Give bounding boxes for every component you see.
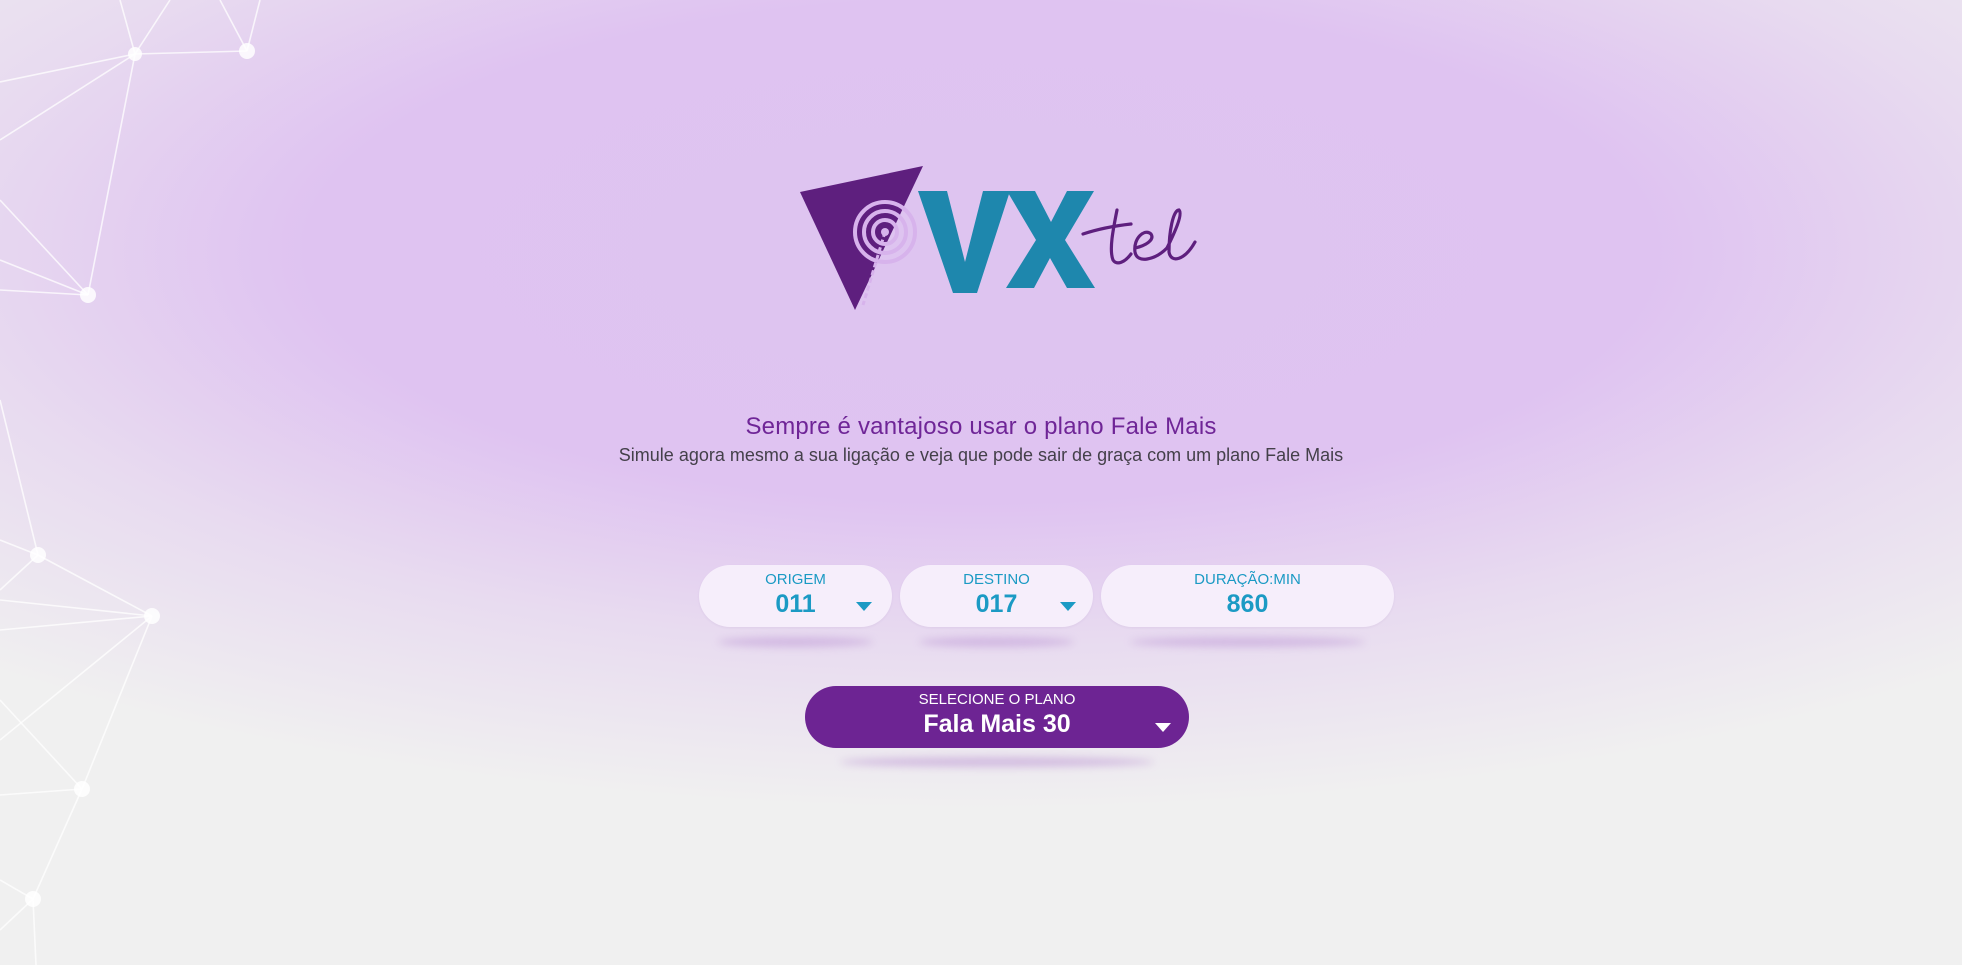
vx-letters xyxy=(918,191,1095,293)
field-shadow xyxy=(1130,637,1365,647)
tel-script xyxy=(1081,208,1197,265)
caret-down-icon[interactable] xyxy=(1060,602,1076,611)
origem-select[interactable]: ORIGEM 011 xyxy=(699,565,892,647)
duracao-label: DURAÇÃO:MIN xyxy=(1194,571,1301,588)
subheadline: Simule agora mesmo a sua ligação e veja … xyxy=(618,445,1344,465)
destino-select[interactable]: DESTINO 017 xyxy=(900,565,1093,647)
plano-value: Fala Mais 30 xyxy=(923,710,1071,738)
origem-label: ORIGEM xyxy=(765,571,826,588)
network-decoration xyxy=(0,0,261,965)
duracao-input[interactable]: DURAÇÃO:MIN 860 xyxy=(1101,565,1394,647)
plano-label: SELECIONE O PLANO xyxy=(918,691,1076,708)
plan-shadow xyxy=(839,757,1155,767)
headline: Sempre é vantajoso usar o plano Fale Mai… xyxy=(745,413,1217,440)
vxtel-logo xyxy=(800,166,1197,310)
field-shadow xyxy=(718,637,873,647)
plano-select[interactable]: SELECIONE O PLANO Fala Mais 30 xyxy=(805,686,1189,767)
destino-label: DESTINO xyxy=(963,571,1030,588)
antenna-icon xyxy=(800,166,923,310)
caret-down-icon[interactable] xyxy=(1155,723,1171,732)
duracao-value[interactable]: 860 xyxy=(1101,590,1394,619)
field-shadow xyxy=(919,637,1074,647)
caret-down-icon[interactable] xyxy=(856,602,872,611)
